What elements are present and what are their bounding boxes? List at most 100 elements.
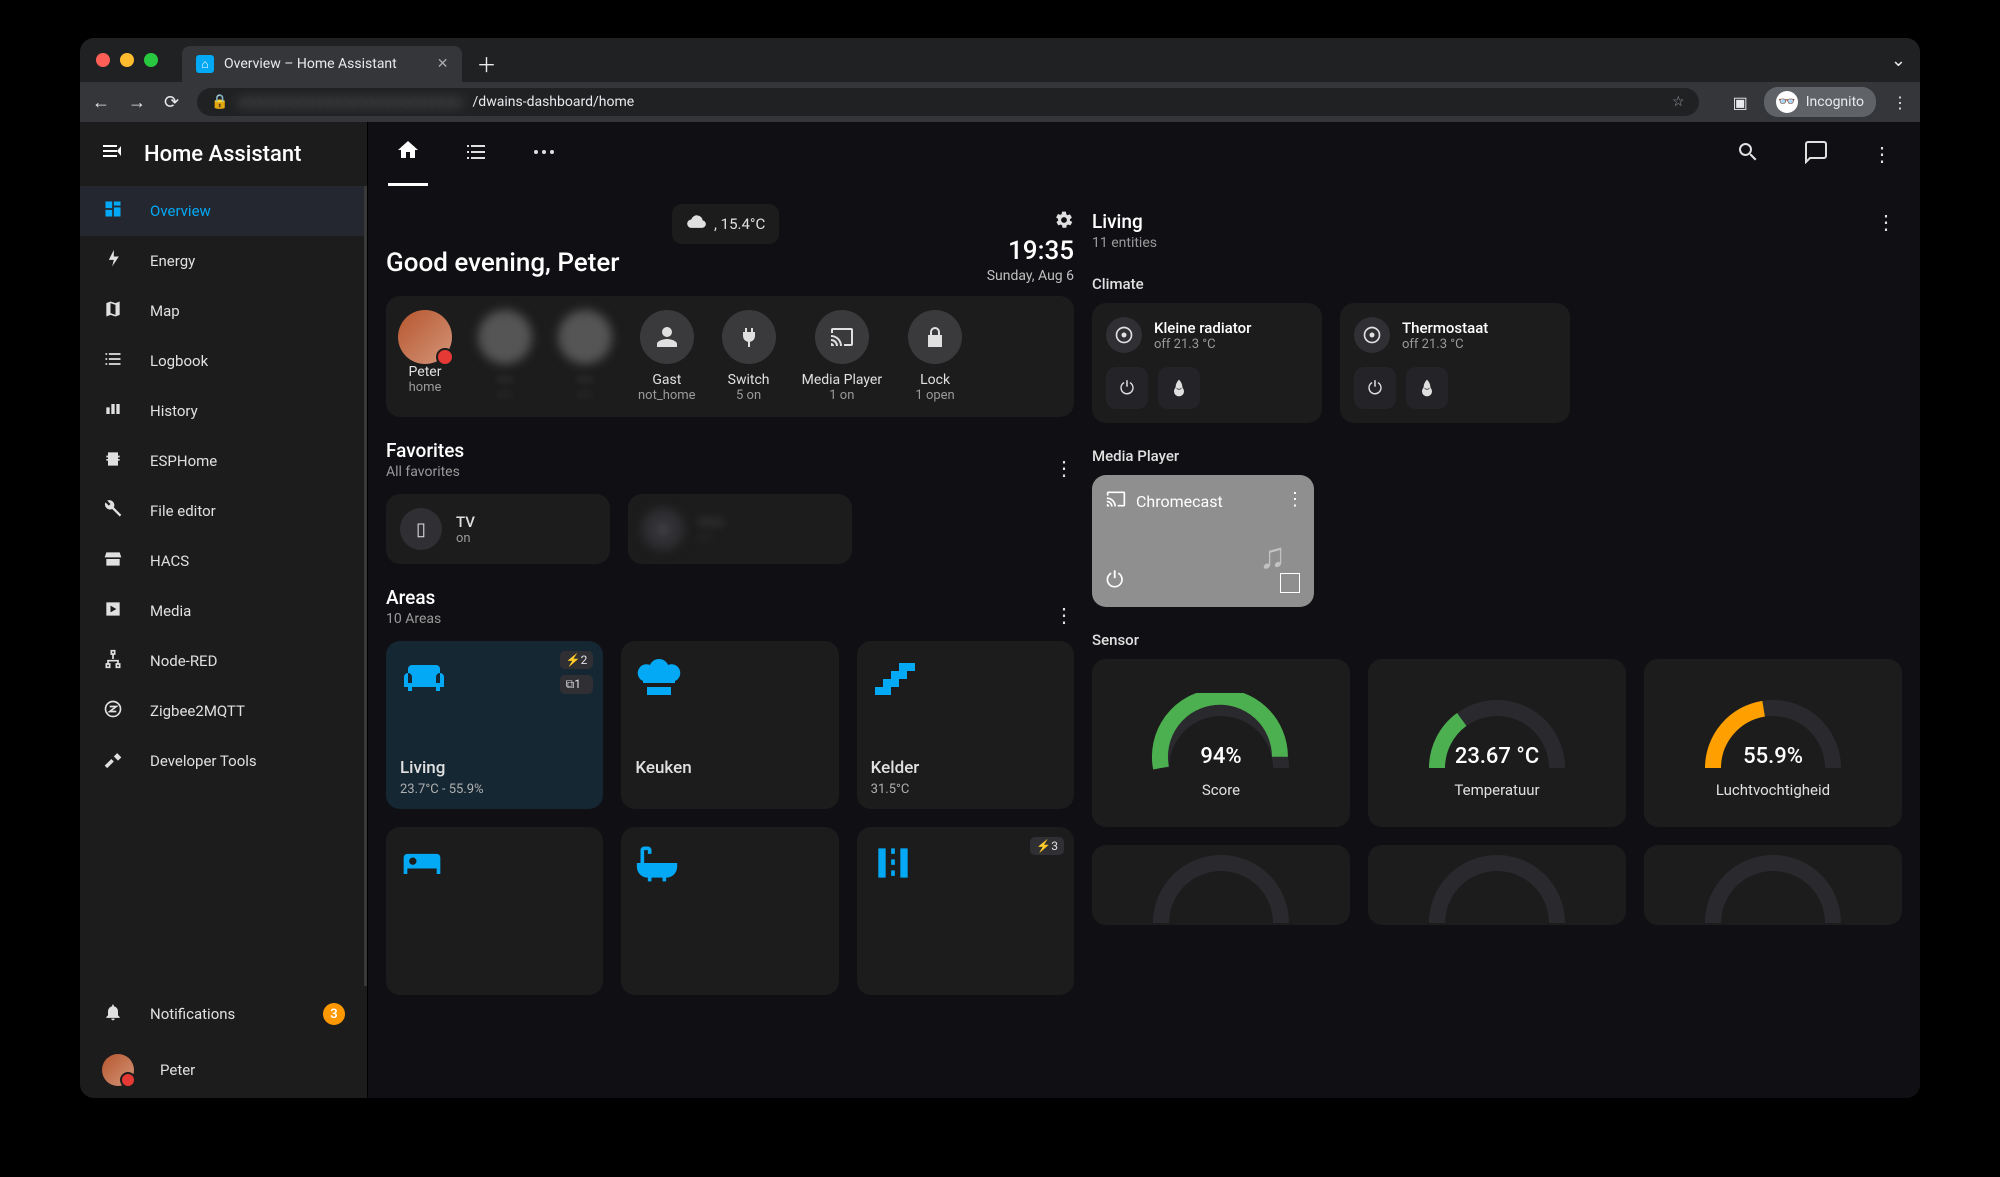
- clock-date: Sunday, Aug 6: [987, 268, 1074, 284]
- area-card[interactable]: Keuken: [621, 641, 838, 809]
- sidebar-item-label: Node-RED: [150, 652, 217, 670]
- sidebar-user[interactable]: Peter: [80, 1042, 367, 1098]
- extensions-icon[interactable]: ▣: [1733, 93, 1748, 112]
- status-pill[interactable]: Peterhome: [398, 310, 452, 403]
- window-controls[interactable]: [96, 53, 158, 67]
- sidebar-item-esphome[interactable]: ESPHome: [80, 436, 364, 486]
- play-icon[interactable]: [1280, 573, 1300, 593]
- stairs-icon: [871, 655, 1060, 714]
- media-more-button[interactable]: [1286, 489, 1304, 510]
- incognito-badge[interactable]: 👓 Incognito: [1764, 87, 1876, 117]
- favorite-card[interactable]: ▫··········: [628, 494, 852, 564]
- incognito-icon: 👓: [1776, 91, 1798, 113]
- area-card[interactable]: [386, 827, 603, 995]
- chevron-down-icon[interactable]: ⌄: [1891, 50, 1906, 71]
- wrench-icon: [102, 499, 124, 524]
- heat-button[interactable]: [1406, 367, 1448, 409]
- sidebar-item-file-editor[interactable]: File editor: [80, 486, 364, 536]
- browser-menu-button[interactable]: [1892, 93, 1908, 112]
- sidebar-notifications[interactable]: Notifications 3: [80, 986, 367, 1042]
- media-name: Chromecast: [1136, 492, 1223, 511]
- tab-close-icon[interactable]: ✕: [437, 56, 449, 72]
- power-icon[interactable]: ⏻: [1106, 568, 1123, 593]
- browser-tab-active[interactable]: ⌂ Overview – Home Assistant ✕: [182, 46, 462, 82]
- star-icon[interactable]: ☆: [1672, 94, 1685, 110]
- reload-button[interactable]: ⟳: [164, 92, 179, 113]
- favorites-more-button[interactable]: [1054, 456, 1074, 480]
- sidebar-item-developer-tools[interactable]: Developer Tools: [80, 736, 364, 786]
- sidebar-item-history[interactable]: History: [80, 386, 364, 436]
- tab-more[interactable]: [524, 124, 564, 185]
- sidebar-item-map[interactable]: Map: [80, 286, 364, 336]
- room-more-button[interactable]: [1876, 210, 1902, 234]
- area-badge: ⚡2: [560, 651, 594, 669]
- weather-chip[interactable]: , 15.4°C: [672, 204, 779, 244]
- power-button[interactable]: ⏻: [1354, 367, 1396, 409]
- room-subtitle: 11 entities: [1092, 235, 1157, 251]
- heat-button[interactable]: [1158, 367, 1200, 409]
- status-pill[interactable]: Switch5 on: [722, 310, 776, 403]
- status-pill[interactable]: ········: [558, 310, 612, 403]
- thermostat-icon: [1354, 317, 1390, 353]
- back-button[interactable]: ←: [92, 92, 110, 113]
- menu-collapse-icon[interactable]: [100, 139, 124, 169]
- sensor-gauge-card[interactable]: [1644, 845, 1902, 925]
- sensor-gauge-card[interactable]: 55.9%Luchtvochtigheid: [1644, 659, 1902, 827]
- areas-title: Areas: [386, 586, 441, 609]
- power-button[interactable]: ⏻: [1106, 367, 1148, 409]
- sidebar-item-energy[interactable]: Energy: [80, 236, 364, 286]
- sidebar-item-logbook[interactable]: Logbook: [80, 336, 364, 386]
- sensor-gauge-card[interactable]: [1092, 845, 1350, 925]
- tab-home[interactable]: [388, 122, 428, 186]
- sensor-gauge-card[interactable]: 23.67 °CTemperatuur: [1368, 659, 1626, 827]
- forward-button[interactable]: →: [128, 92, 146, 113]
- sidebar-item-label: Developer Tools: [150, 752, 257, 770]
- room-header: Living 11 entities: [1092, 186, 1902, 251]
- status-pill[interactable]: Lock1 open: [908, 310, 962, 403]
- area-card[interactable]: ⚡3: [857, 827, 1074, 995]
- sidebar-item-label: Energy: [150, 252, 195, 270]
- bell-icon: [102, 1002, 124, 1027]
- tab-list[interactable]: [456, 124, 496, 185]
- cast-icon: [1106, 489, 1126, 513]
- bolt-icon: [102, 249, 124, 274]
- sidebar-item-zigbee2mqtt[interactable]: Zigbee2MQTT: [80, 686, 364, 736]
- sidebar-item-label: History: [150, 402, 198, 420]
- status-pill[interactable]: Media Player1 on: [802, 310, 883, 403]
- status-pill[interactable]: Gastnot_home: [638, 310, 696, 403]
- sidebar-item-node-red[interactable]: Node-RED: [80, 636, 364, 686]
- status-pill[interactable]: ········: [478, 310, 532, 403]
- chat-icon[interactable]: [1796, 124, 1836, 185]
- maximize-window-icon[interactable]: [144, 53, 158, 67]
- sidebar-item-label: HACS: [150, 552, 189, 570]
- url-bar[interactable]: 🔒 aaaaaaaaaaaaaaaaaaaaaaaaaa /dwains-das…: [197, 88, 1699, 116]
- new-tab-button[interactable]: ＋: [476, 49, 496, 78]
- area-card[interactable]: Kelder31.5°C: [857, 641, 1074, 809]
- status-pill-row: Peterhome ········ ········ Gastnot_home Swi…: [386, 296, 1074, 417]
- browser-tab-strip: ⌂ Overview – Home Assistant ✕ ＋ ⌄: [80, 38, 1920, 82]
- sensor-section-label: Sensor: [1092, 631, 1902, 649]
- topbar-menu-button[interactable]: [1864, 126, 1900, 182]
- close-window-icon[interactable]: [96, 53, 110, 67]
- sensor-gauge-card[interactable]: [1368, 845, 1626, 925]
- favorite-card[interactable]: ▯TVon: [386, 494, 610, 564]
- media-player-card[interactable]: Chromecast ♫ ⏻: [1092, 475, 1314, 607]
- app-title: Home Assistant: [144, 142, 301, 167]
- weather-icon: [686, 212, 706, 236]
- climate-card[interactable]: Thermostaatoff 21.3 °C⏻: [1340, 303, 1570, 423]
- search-icon[interactable]: [1728, 124, 1768, 185]
- areas-more-button[interactable]: [1054, 603, 1074, 627]
- area-card[interactable]: ⚡2⧉1Living23.7°C - 55.9%: [386, 641, 603, 809]
- gear-icon[interactable]: [1054, 210, 1074, 235]
- user-label: Peter: [160, 1061, 195, 1079]
- sidebar-item-label: File editor: [150, 502, 216, 520]
- minimize-window-icon[interactable]: [120, 53, 134, 67]
- climate-card[interactable]: Kleine radiatoroff 21.3 °C⏻: [1092, 303, 1322, 423]
- sensor-gauge-card[interactable]: 94%Score: [1092, 659, 1350, 827]
- area-card[interactable]: [621, 827, 838, 995]
- favorites-title: Favorites: [386, 439, 464, 462]
- sidebar-item-overview[interactable]: Overview: [80, 186, 364, 236]
- sidebar-item-media[interactable]: Media: [80, 586, 364, 636]
- sidebar-item-hacs[interactable]: HACS: [80, 536, 364, 586]
- clock-time: 19:35: [987, 236, 1074, 266]
